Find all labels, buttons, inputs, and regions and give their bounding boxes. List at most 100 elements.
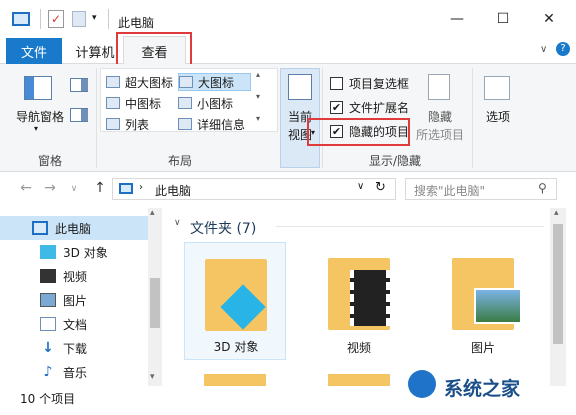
- recent-locations-icon[interactable]: ∨: [64, 184, 84, 194]
- quick-access-dropdown-icon[interactable]: ▾: [92, 13, 97, 23]
- breadcrumb-chevron-icon: ›: [139, 182, 143, 193]
- hidden-items-checkbox[interactable]: ✔: [330, 124, 343, 138]
- search-box[interactable]: 搜索"此电脑" ⚲: [405, 178, 557, 200]
- help-icon[interactable]: ?: [556, 42, 570, 56]
- maximize-button[interactable]: ☐: [480, 0, 526, 38]
- search-icon[interactable]: ⚲: [538, 181, 547, 195]
- extra-large-icons-icon: [106, 76, 120, 88]
- address-dropdown-icon[interactable]: ∨: [357, 181, 364, 192]
- chevron-down-icon: ▾: [34, 124, 39, 133]
- panes-group-label: 窗格: [37, 154, 62, 168]
- large-icons-icon: [179, 76, 193, 88]
- group-header[interactable]: 文件夹 (7): [190, 218, 256, 238]
- up-button[interactable]: ↑: [90, 180, 110, 196]
- this-pc-icon: [32, 221, 48, 235]
- collapse-ribbon-icon[interactable]: ∨: [540, 44, 547, 55]
- scroll-up-icon[interactable]: ▴: [150, 208, 155, 218]
- layout-medium-icons[interactable]: 中图标: [106, 94, 161, 112]
- nav-item-3d-objects[interactable]: 3D 对象: [0, 240, 148, 264]
- navigation-pane: 此电脑 3D 对象 视频 图片 文档 ↓ 下载 ♪ 音乐: [0, 208, 148, 386]
- layout-list[interactable]: 列表: [106, 115, 149, 133]
- folder-name: 视频: [346, 341, 371, 355]
- close-button[interactable]: ✕: [526, 0, 572, 38]
- nav-item-this-pc[interactable]: 此电脑: [0, 216, 148, 240]
- file-extensions-checkbox[interactable]: ✔: [330, 100, 343, 114]
- folder-videos[interactable]: 视频: [308, 242, 410, 360]
- item-checkboxes-checkbox[interactable]: [330, 76, 343, 90]
- current-view-label-1: 当前: [287, 110, 312, 124]
- item-checkboxes-toggle[interactable]: 项目复选框: [330, 74, 409, 92]
- divider: [472, 68, 473, 168]
- folder-pictures[interactable]: 图片: [432, 242, 534, 360]
- layout-large-icons[interactable]: 大图标: [178, 73, 252, 91]
- forward-button[interactable]: →: [40, 180, 60, 196]
- navigation-pane-icon: [24, 76, 52, 100]
- navigation-pane-button[interactable]: 导航窗格: [14, 108, 66, 125]
- tab-computer[interactable]: 计算机: [70, 38, 120, 64]
- documents-icon: [40, 317, 56, 331]
- scroll-down-icon[interactable]: ▾: [150, 372, 155, 382]
- scrollbar-thumb[interactable]: [553, 224, 563, 344]
- layout-group-label: 布局: [167, 154, 192, 168]
- landscape-photo-icon: [474, 288, 522, 324]
- layout-extra-large-icons[interactable]: 超大图标: [106, 73, 173, 91]
- search-input[interactable]: 搜索"此电脑": [414, 182, 485, 199]
- nav-item-documents[interactable]: 文档: [0, 312, 148, 336]
- nav-item-music[interactable]: ♪ 音乐: [0, 360, 148, 384]
- folder-3d-objects[interactable]: 3D 对象: [184, 242, 286, 360]
- nav-item-pictures[interactable]: 图片: [0, 288, 148, 312]
- content-scrollbar[interactable]: ▴: [550, 208, 566, 386]
- options-button[interactable]: 选项: [478, 108, 518, 125]
- show-hide-group-label: 显示/隐藏: [368, 154, 422, 168]
- layout-details[interactable]: 详细信息: [178, 115, 245, 133]
- nav-scrollbar[interactable]: ▴ ▾: [148, 208, 162, 386]
- minimize-button[interactable]: —: [434, 0, 480, 38]
- refresh-icon[interactable]: ↻: [375, 180, 386, 195]
- hide-selected-icon: [428, 74, 450, 100]
- nav-item-downloads[interactable]: ↓ 下载: [0, 336, 148, 360]
- nav-item-videos[interactable]: 视频: [0, 264, 148, 288]
- folder-name: 图片: [470, 341, 495, 355]
- chevron-up-icon[interactable]: ▴: [256, 70, 260, 79]
- this-pc-icon: [119, 183, 133, 194]
- chevron-down-icon: ▾: [311, 128, 316, 137]
- address-bar[interactable]: › 此电脑 ∨ ↻: [112, 178, 396, 200]
- content-area: ∨ 文件夹 (7) 3D 对象 视频 图片: [162, 208, 550, 386]
- new-folder-icon[interactable]: [72, 11, 86, 27]
- hide-selected-label-1[interactable]: 隐藏: [418, 108, 462, 125]
- divider: [276, 226, 544, 227]
- videos-icon: [40, 269, 56, 283]
- pictures-icon: [40, 293, 56, 307]
- back-button[interactable]: ←: [16, 180, 36, 196]
- item-count: 10 个项目: [20, 392, 76, 406]
- breadcrumb[interactable]: 此电脑: [155, 182, 191, 199]
- divider: [40, 9, 41, 29]
- divider: [108, 9, 109, 29]
- layout-small-icons[interactable]: 小图标: [178, 94, 233, 112]
- options-icon: [484, 76, 510, 100]
- title-bar: ✓ ▾ 此电脑 — ☐ ✕: [0, 0, 576, 38]
- music-icon: ♪: [43, 364, 53, 380]
- downloads-icon: ↓: [42, 340, 54, 356]
- film-strip-icon: [350, 270, 390, 326]
- this-pc-icon: [12, 12, 30, 26]
- window-title: 此电脑: [118, 16, 155, 30]
- folder-icon: [328, 374, 390, 386]
- tab-view[interactable]: 查看: [123, 36, 186, 65]
- chevron-down-icon[interactable]: ▾: [256, 92, 260, 101]
- scroll-up-icon[interactable]: ▴: [554, 208, 559, 218]
- gallery-expand-icon[interactable]: ▾: [256, 114, 260, 123]
- collapse-group-icon[interactable]: ∨: [174, 218, 181, 228]
- list-icon: [106, 118, 120, 130]
- scrollbar-thumb[interactable]: [150, 278, 160, 328]
- hidden-items-toggle[interactable]: ✔ 隐藏的项目: [330, 122, 409, 140]
- divider: [322, 68, 323, 168]
- medium-icons-icon: [106, 97, 120, 109]
- file-extensions-toggle[interactable]: ✔ 文件扩展名: [330, 98, 409, 116]
- tab-file[interactable]: 文件: [6, 38, 62, 64]
- details-pane-icon[interactable]: [70, 108, 88, 122]
- properties-icon[interactable]: ✓: [48, 10, 64, 28]
- hide-selected-label-2[interactable]: 所选项目: [414, 126, 466, 143]
- preview-pane-icon[interactable]: [70, 78, 88, 92]
- current-view-icon: [288, 74, 312, 100]
